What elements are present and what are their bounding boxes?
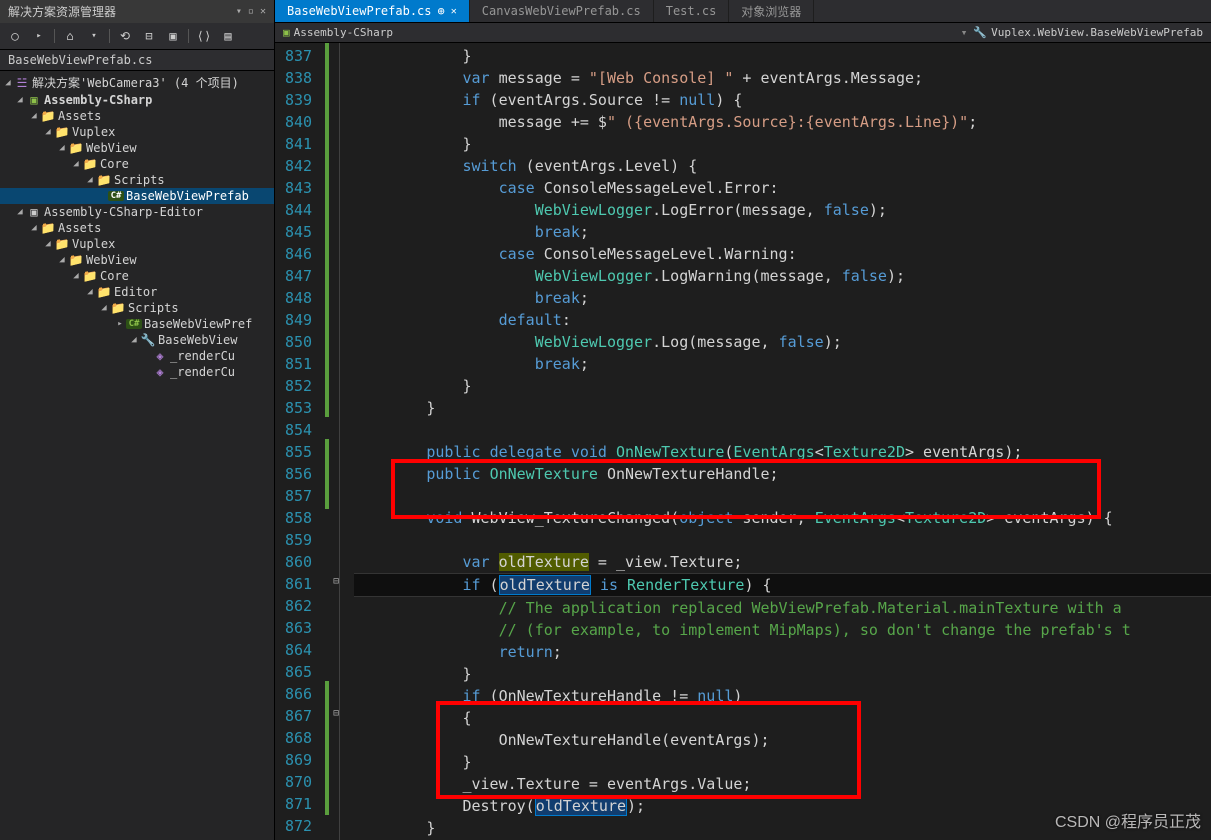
editor-area: BaseWebViewPrefab.cs⊕✕ CanvasWebViewPref… xyxy=(275,0,1211,840)
folder-node[interactable]: ◢📁Scripts xyxy=(0,172,274,188)
folder-node[interactable]: ◢📁Core xyxy=(0,156,274,172)
tab-basewebviewprefab[interactable]: BaseWebViewPrefab.cs⊕✕ xyxy=(275,0,470,22)
tab-canvaswebviewprefab[interactable]: CanvasWebViewPrefab.cs xyxy=(470,0,654,22)
tab-test[interactable]: Test.cs xyxy=(654,0,730,22)
class-node[interactable]: ◢🔧BaseWebView xyxy=(0,332,274,348)
preview-icon[interactable]: ▤ xyxy=(219,27,237,45)
folder-node[interactable]: ◢📁WebView xyxy=(0,140,274,156)
watermark: CSDN @程序员正茂 xyxy=(1055,808,1201,832)
line-numbers: 8378388398408418428438448458468478488498… xyxy=(275,43,322,840)
code-editor[interactable]: 8378388398408418428438448458468478488498… xyxy=(275,43,1211,840)
folder-node[interactable]: ◢📁Scripts xyxy=(0,300,274,316)
file-node-basewebviewprefab[interactable]: C#BaseWebViewPrefab xyxy=(0,188,274,204)
member-node[interactable]: ◈_renderCu xyxy=(0,348,274,364)
folder-node[interactable]: ◢📁Vuplex xyxy=(0,124,274,140)
project-node[interactable]: ◢▣Assembly-CSharp-Editor xyxy=(0,204,274,220)
folder-node[interactable]: ◢📁Core xyxy=(0,268,274,284)
nav-back-icon[interactable]: ◯ xyxy=(6,27,24,45)
solution-explorer-panel: 解决方案资源管理器 ▾ ▫ ✕ ◯ ▸ ⌂ ▾ ⟲ ⊟ ▣ ⟨⟩ ▤ BaseW… xyxy=(0,0,275,840)
folding-column[interactable]: ⊟ ⊟ xyxy=(332,43,346,840)
breadcrumb[interactable]: ▣Assembly-CSharp ▾ 🔧Vuplex.WebView.BaseW… xyxy=(275,22,1211,43)
change-indicators xyxy=(322,43,332,840)
views-icon[interactable]: ▾ xyxy=(85,27,103,45)
solution-tree[interactable]: ◢☱解决方案'WebCamera3' (4 个项目) ◢▣Assembly-CS… xyxy=(0,71,274,840)
folder-node[interactable]: ◢📁Editor xyxy=(0,284,274,300)
editor-tabs: BaseWebViewPrefab.cs⊕✕ CanvasWebViewPref… xyxy=(275,0,1211,22)
solution-node[interactable]: ◢☱解决方案'WebCamera3' (4 个项目) xyxy=(0,73,274,92)
panel-title: 解决方案资源管理器 xyxy=(8,3,116,20)
panel-header-buttons[interactable]: ▾ ▫ ✕ xyxy=(236,6,266,17)
show-all-icon[interactable]: ▣ xyxy=(164,27,182,45)
sync-icon[interactable]: ⟲ xyxy=(116,27,134,45)
toolbar: ◯ ▸ ⌂ ▾ ⟲ ⊟ ▣ ⟨⟩ ▤ xyxy=(0,23,274,50)
tab-object-browser[interactable]: 对象浏览器 xyxy=(729,0,814,22)
folder-node[interactable]: ◢📁WebView xyxy=(0,252,274,268)
folder-node[interactable]: ◢📁Assets xyxy=(0,220,274,236)
member-node[interactable]: ◈_renderCu xyxy=(0,364,274,380)
folder-node[interactable]: ◢📁Vuplex xyxy=(0,236,274,252)
project-node[interactable]: ◢▣Assembly-CSharp xyxy=(0,92,274,108)
current-file-label: BaseWebViewPrefab.cs xyxy=(0,50,274,71)
props-icon[interactable]: ⟨⟩ xyxy=(195,27,213,45)
nav-fwd-icon[interactable]: ▸ xyxy=(30,27,48,45)
home-icon[interactable]: ⌂ xyxy=(61,27,79,45)
folder-node[interactable]: ◢📁Assets xyxy=(0,108,274,124)
file-node[interactable]: ▸C#BaseWebViewPref xyxy=(0,316,274,332)
collapse-icon[interactable]: ⊟ xyxy=(140,27,158,45)
panel-header: 解决方案资源管理器 ▾ ▫ ✕ xyxy=(0,0,274,23)
code-text[interactable]: } var message = "[Web Console] " + event… xyxy=(346,43,1211,840)
